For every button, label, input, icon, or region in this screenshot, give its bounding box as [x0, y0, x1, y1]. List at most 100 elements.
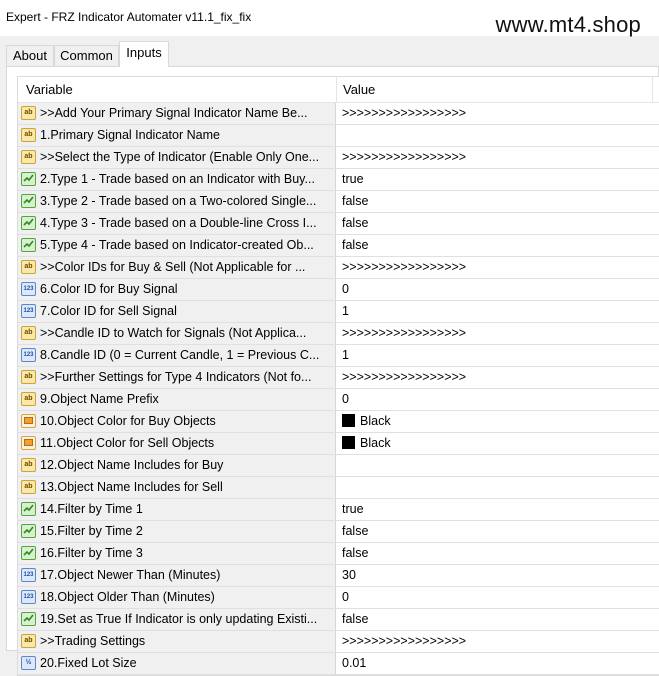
- value-text: 0: [342, 282, 349, 296]
- value-cell[interactable]: true: [342, 169, 364, 190]
- input-row[interactable]: ab 13.Object Name Includes for Sell: [18, 477, 659, 499]
- value-cell[interactable]: >>>>>>>>>>>>>>>>>: [342, 631, 466, 652]
- input-row[interactable]: 123 8.Candle ID (0 = Current Candle, 1 = …: [18, 345, 659, 367]
- value-cell[interactable]: false: [342, 543, 368, 564]
- value-cell[interactable]: false: [342, 235, 368, 256]
- value-cell[interactable]: >>>>>>>>>>>>>>>>>: [342, 257, 466, 278]
- input-row[interactable]: 10.Object Color for Buy Objects Black: [18, 411, 659, 433]
- value-text: >>>>>>>>>>>>>>>>>: [342, 634, 467, 648]
- input-row[interactable]: ab 12.Object Name Includes for Buy: [18, 455, 659, 477]
- value-cell[interactable]: Black: [342, 411, 391, 432]
- value-cell[interactable]: Black: [342, 433, 391, 454]
- value-cell[interactable]: false: [342, 191, 368, 212]
- variable-cell: 123 17.Object Newer Than (Minutes): [18, 565, 336, 586]
- input-row[interactable]: ab >>Add Your Primary Signal Indicator Na…: [18, 103, 659, 125]
- tab-inputs[interactable]: Inputs: [119, 41, 169, 67]
- value-text: >>>>>>>>>>>>>>>>>: [342, 150, 467, 164]
- tab-about[interactable]: About: [6, 45, 54, 66]
- variable-name: 6.Color ID for Buy Signal: [40, 282, 178, 296]
- input-row[interactable]: 2.Type 1 - Trade based on an Indicator w…: [18, 169, 659, 191]
- value-cell[interactable]: >>>>>>>>>>>>>>>>>: [342, 103, 466, 124]
- input-row[interactable]: ab >>Further Settings for Type 4 Indicato…: [18, 367, 659, 389]
- value-cell[interactable]: 30: [342, 565, 356, 586]
- value-cell[interactable]: true: [342, 499, 364, 520]
- value-cell[interactable]: 1: [342, 345, 349, 366]
- variable-cell: ab >>Color IDs for Buy & Sell (Not Applic…: [18, 257, 336, 278]
- input-row[interactable]: 3.Type 2 - Trade based on a Two-colored …: [18, 191, 659, 213]
- input-row[interactable]: 5.Type 4 - Trade based on Indicator-crea…: [18, 235, 659, 257]
- variable-cell: 123 7.Color ID for Sell Signal: [18, 301, 336, 322]
- variable-cell: 123 6.Color ID for Buy Signal: [18, 279, 336, 300]
- variable-cell: 19.Set as True If Indicator is only upda…: [18, 609, 336, 630]
- input-row[interactable]: 123 7.Color ID for Sell Signal 1: [18, 301, 659, 323]
- variable-name: 7.Color ID for Sell Signal: [40, 304, 177, 318]
- value-text: 30: [342, 568, 356, 582]
- value-cell[interactable]: >>>>>>>>>>>>>>>>>: [342, 323, 466, 344]
- value-text: true: [342, 172, 364, 186]
- value-text: 0.01: [342, 656, 367, 670]
- variable-cell: ab >>Trading Settings: [18, 631, 336, 652]
- ab-string-icon: ab: [21, 634, 36, 648]
- input-row[interactable]: 4.Type 3 - Trade based on a Double-line …: [18, 213, 659, 235]
- variable-name: 9.Object Name Prefix: [40, 392, 159, 406]
- color-icon: [21, 414, 36, 428]
- value-cell[interactable]: false: [342, 521, 368, 542]
- input-row[interactable]: 16.Filter by Time 3 false: [18, 543, 659, 565]
- variable-cell: 2.Type 1 - Trade based on an Indicator w…: [18, 169, 336, 190]
- variable-cell: 14.Filter by Time 1: [18, 499, 336, 520]
- input-row[interactable]: ab >>Select the Type of Indicator (Enable…: [18, 147, 659, 169]
- variable-cell: 123 8.Candle ID (0 = Current Candle, 1 = …: [18, 345, 336, 366]
- input-row[interactable]: 123 17.Object Newer Than (Minutes) 30: [18, 565, 659, 587]
- ab-string-icon: ab: [21, 106, 36, 120]
- column-divider[interactable]: [652, 77, 653, 102]
- boolean-chart-icon: [21, 502, 36, 516]
- variable-name: 14.Filter by Time 1: [40, 502, 143, 516]
- variable-name: 13.Object Name Includes for Sell: [40, 480, 223, 494]
- value-cell[interactable]: >>>>>>>>>>>>>>>>>: [342, 147, 466, 168]
- value-text: false: [342, 216, 369, 230]
- input-row[interactable]: 123 6.Color ID for Buy Signal 0: [18, 279, 659, 301]
- column-divider[interactable]: [336, 77, 337, 102]
- variable-cell: ab >>Select the Type of Indicator (Enable…: [18, 147, 336, 168]
- input-row[interactable]: ab >>Candle ID to Watch for Signals (Not …: [18, 323, 659, 345]
- variable-name: 1.Primary Signal Indicator Name: [40, 128, 220, 142]
- variable-name: 10.Object Color for Buy Objects: [40, 414, 216, 428]
- column-header-value[interactable]: Value: [343, 77, 375, 102]
- input-row[interactable]: ab 1.Primary Signal Indicator Name: [18, 125, 659, 147]
- variable-cell: 10.Object Color for Buy Objects: [18, 411, 336, 432]
- tab-common[interactable]: Common: [54, 45, 119, 66]
- value-cell[interactable]: 0: [342, 389, 349, 410]
- value-cell[interactable]: 0: [342, 279, 349, 300]
- value-cell[interactable]: false: [342, 213, 368, 234]
- variable-cell: ab >>Add Your Primary Signal Indicator Na…: [18, 103, 336, 124]
- boolean-chart-icon: [21, 238, 36, 252]
- variable-name: >>Color IDs for Buy & Sell (Not Applicab…: [40, 260, 306, 274]
- value-cell[interactable]: 0.01: [342, 653, 366, 674]
- variable-cell: ab 1.Primary Signal Indicator Name: [18, 125, 336, 146]
- input-row[interactable]: 15.Filter by Time 2 false: [18, 521, 659, 543]
- variable-name: 12.Object Name Includes for Buy: [40, 458, 224, 472]
- input-row[interactable]: 19.Set as True If Indicator is only upda…: [18, 609, 659, 631]
- grid-header: Variable Value: [18, 77, 659, 103]
- value-cell[interactable]: false: [342, 609, 368, 630]
- variable-name: >>Select the Type of Indicator (Enable O…: [40, 150, 320, 164]
- input-row[interactable]: ab >>Trading Settings >>>>>>>>>>>>>>>>>: [18, 631, 659, 653]
- color-swatch: [342, 414, 355, 427]
- variable-cell: ½ 20.Fixed Lot Size: [18, 653, 336, 674]
- input-row[interactable]: 11.Object Color for Sell Objects Black: [18, 433, 659, 455]
- value-cell[interactable]: 1: [342, 301, 349, 322]
- input-row[interactable]: 123 18.Object Older Than (Minutes) 0: [18, 587, 659, 609]
- input-row[interactable]: ab >>Color IDs for Buy & Sell (Not Applic…: [18, 257, 659, 279]
- input-row[interactable]: 14.Filter by Time 1 true: [18, 499, 659, 521]
- variable-cell: 15.Filter by Time 2: [18, 521, 336, 542]
- input-row[interactable]: ab 9.Object Name Prefix 0: [18, 389, 659, 411]
- value-cell[interactable]: 0: [342, 587, 349, 608]
- column-header-variable[interactable]: Variable: [26, 77, 73, 102]
- input-row[interactable]: ½ 20.Fixed Lot Size 0.01: [18, 653, 659, 675]
- grid-rows: ab >>Add Your Primary Signal Indicator Na…: [18, 103, 659, 675]
- value-text: 0: [342, 590, 349, 604]
- ab-string-icon: ab: [21, 326, 36, 340]
- value-cell[interactable]: >>>>>>>>>>>>>>>>>: [342, 367, 466, 388]
- value-text: true: [342, 502, 364, 516]
- ab-string-icon: ab: [21, 150, 36, 164]
